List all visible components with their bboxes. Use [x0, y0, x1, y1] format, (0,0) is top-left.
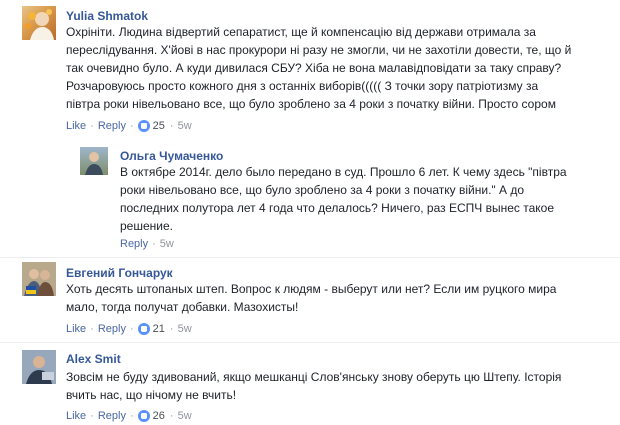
avatar-photo [85, 152, 103, 175]
comment-actions: Like · Reply · 21 · 5w [66, 323, 192, 335]
separator-dot: · [129, 323, 134, 335]
divider [0, 257, 620, 258]
separator-dot: · [129, 410, 134, 422]
avatar[interactable] [80, 147, 108, 175]
separator-dot: · [129, 120, 134, 132]
like-count[interactable]: 25 [153, 120, 165, 132]
like-link[interactable]: Like [66, 323, 86, 335]
reply-link[interactable]: Reply [98, 410, 126, 422]
avatar-photo [22, 350, 56, 384]
avatar-photo [25, 9, 54, 40]
comment-text: Хоть десять штопаных штеп. Вопрос к людя… [66, 282, 557, 314]
like-reaction-icon[interactable] [137, 120, 150, 132]
timestamp[interactable]: 5w [178, 120, 192, 132]
separator-dot: · [169, 120, 174, 132]
comment-text: В октябре 2014г. дело было передано в су… [120, 165, 567, 233]
reply-link[interactable]: Reply [120, 238, 148, 250]
reply-link[interactable]: Reply [98, 120, 126, 132]
separator-dot: · [152, 238, 156, 250]
separator-dot: · [90, 410, 94, 422]
commenter-name[interactable]: Ольга Чумаченко [120, 149, 223, 163]
commenter-name[interactable]: Alex Smit [66, 352, 121, 366]
timestamp[interactable]: 5w [178, 323, 192, 335]
reply-link[interactable]: Reply [98, 323, 126, 335]
avatar[interactable] [22, 6, 56, 40]
like-count[interactable]: 21 [153, 323, 165, 335]
comment-text: Охрініти. Людина відвертий сепаратист, щ… [66, 25, 572, 111]
comment-text: Зовсім не буду здивований, якщо мешканці… [66, 370, 562, 402]
like-link[interactable]: Like [66, 120, 86, 132]
separator-dot: · [169, 410, 174, 422]
avatar[interactable] [22, 350, 56, 384]
comment-actions: Like · Reply · 26 · 5w [66, 410, 192, 422]
like-count[interactable]: 26 [153, 410, 165, 422]
comment-actions: Like · Reply · 25 · 5w [66, 120, 192, 132]
avatar[interactable] [22, 262, 56, 296]
comment-actions: Reply · 5w [120, 238, 174, 250]
like-link[interactable]: Like [66, 410, 86, 422]
commenter-name[interactable]: Евгений Гончарук [66, 266, 173, 280]
timestamp[interactable]: 5w [178, 410, 192, 422]
like-reaction-icon[interactable] [137, 323, 150, 335]
avatar-photo [22, 262, 56, 296]
timestamp[interactable]: 5w [160, 238, 174, 250]
separator-dot: · [169, 323, 174, 335]
commenter-name[interactable]: Yulia Shmatok [66, 9, 148, 23]
divider [0, 342, 620, 343]
separator-dot: · [90, 323, 94, 335]
like-reaction-icon[interactable] [137, 410, 150, 422]
separator-dot: · [90, 120, 94, 132]
